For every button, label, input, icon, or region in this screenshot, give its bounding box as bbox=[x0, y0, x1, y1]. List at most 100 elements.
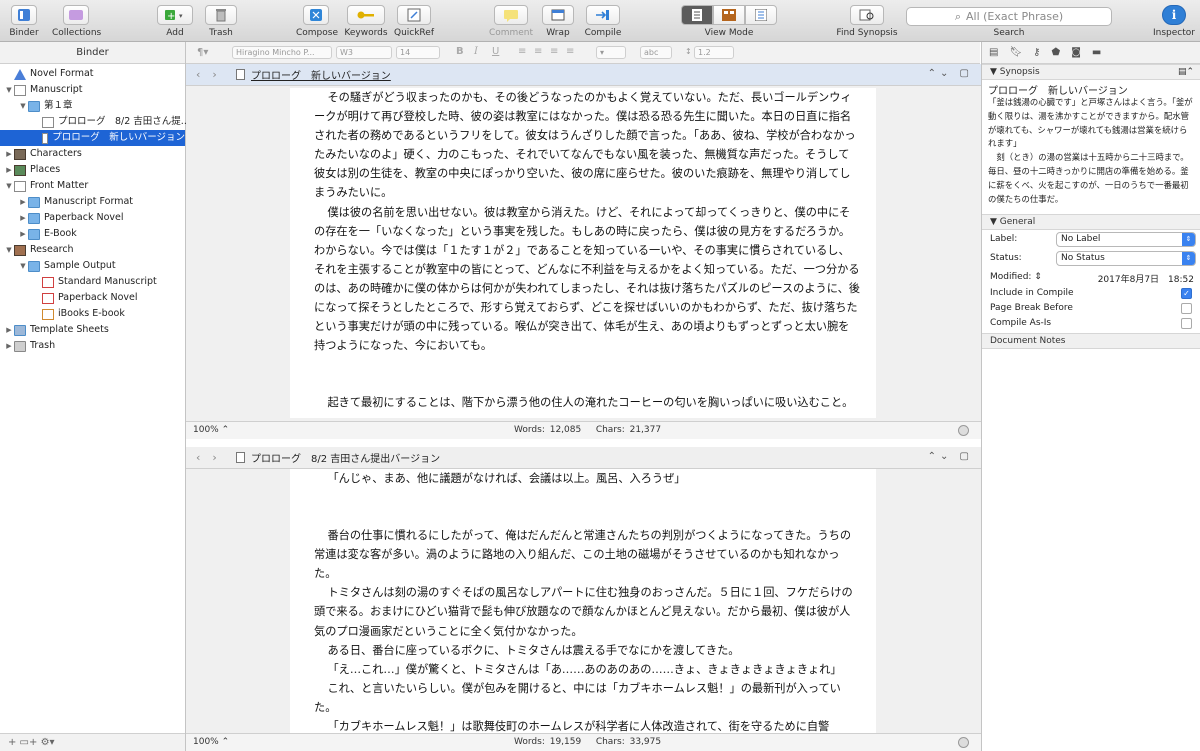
binder-item-characters[interactable]: ▶ Characters bbox=[4, 146, 82, 162]
quickref-button[interactable]: QuickRef bbox=[392, 5, 436, 38]
scrivenings-view-icon[interactable] bbox=[681, 5, 713, 25]
comment-button[interactable]: Comment bbox=[488, 5, 534, 38]
document-notes-section-header[interactable]: Document Notes bbox=[982, 333, 1200, 349]
disclosure-open-icon[interactable]: ▼ bbox=[4, 242, 14, 258]
binder-toggle-button[interactable]: Binder bbox=[6, 5, 42, 38]
inspector-toggle-button[interactable]: i Inspector bbox=[1152, 5, 1196, 38]
comments-tab-icon[interactable]: ▬ bbox=[1092, 47, 1101, 58]
compose-button[interactable]: Compose bbox=[296, 5, 338, 38]
binder-item-manuscript[interactable]: ▼ Manuscript bbox=[4, 82, 83, 98]
page-break-checkbox[interactable] bbox=[1181, 303, 1192, 314]
editor-top-title[interactable]: プロローグ 新しいバージョン bbox=[251, 67, 391, 82]
synopsis-options-icon[interactable]: ▤⌃ bbox=[1178, 65, 1194, 79]
search-input[interactable]: ⌕ All (Exact Phrase) bbox=[906, 7, 1112, 26]
status-select[interactable]: No Status ⇕ bbox=[1056, 251, 1196, 266]
disclosure-closed-icon[interactable]: ▶ bbox=[4, 322, 14, 338]
disclosure-open-icon[interactable]: ▼ bbox=[18, 258, 28, 274]
binder-item-places[interactable]: ▶ Places bbox=[4, 162, 60, 178]
history-nav-arrows[interactable]: ‹› bbox=[196, 451, 236, 464]
binder-item-research[interactable]: ▼ Research bbox=[4, 242, 74, 258]
disclosure-open-icon[interactable]: ▼ bbox=[4, 178, 14, 194]
binder-item-paperback-novel-pdf[interactable]: Paperback Novel bbox=[32, 290, 138, 306]
binder-footer-controls[interactable]: + ▭+ ⚙▾ bbox=[0, 733, 185, 751]
tags-tab-icon[interactable]: ⬟ bbox=[1051, 47, 1060, 58]
find-synopsis-button[interactable]: Find Synopsis bbox=[836, 5, 898, 38]
target-icon[interactable] bbox=[958, 425, 969, 436]
disclosure-closed-icon[interactable]: ▶ bbox=[4, 162, 14, 178]
document-icon bbox=[42, 132, 49, 144]
italic-icon[interactable]: I bbox=[474, 46, 478, 57]
text-color-select[interactable]: ▾ bbox=[596, 46, 626, 59]
binder-item-prologue-yoshida[interactable]: プロローグ 8/2 吉田さん提... bbox=[32, 114, 190, 130]
align-right-icon[interactable]: ≡ bbox=[550, 46, 558, 57]
collections-button[interactable]: Collections bbox=[52, 5, 101, 38]
synopsis-title[interactable]: プロローグ 新しいバージョン bbox=[982, 80, 1200, 97]
bookmarks-tab-icon[interactable]: 🔖︎ bbox=[1009, 47, 1022, 58]
binder-item-ibooks-ebook[interactable]: iBooks E-book bbox=[32, 306, 125, 322]
trash-button[interactable]: Trash bbox=[202, 5, 240, 38]
highlight-select[interactable]: abc bbox=[640, 46, 672, 59]
text-paragraph: 「え…これ…」僕が驚くと、トミタさんは「あ……あのあのあの……きょ、きょきょきょ… bbox=[327, 662, 842, 676]
disclosure-closed-icon[interactable]: ▶ bbox=[4, 146, 14, 162]
add-button[interactable]: + ▾ Add bbox=[156, 5, 194, 38]
disclosure-closed-icon[interactable]: ▶ bbox=[18, 194, 28, 210]
label-select[interactable]: No Label ⇕ bbox=[1056, 232, 1196, 247]
compile-button[interactable]: Compile bbox=[582, 5, 624, 38]
compile-as-is-checkbox[interactable] bbox=[1181, 318, 1192, 329]
include-compile-checkbox[interactable]: ✓ bbox=[1181, 288, 1192, 299]
modified-key[interactable]: Modified: ⇕ bbox=[990, 272, 1042, 282]
snapshots-tab-icon[interactable]: ◙ bbox=[1071, 47, 1081, 58]
corkboard-view-icon[interactable] bbox=[713, 5, 745, 25]
disclosure-closed-icon[interactable]: ▶ bbox=[18, 226, 28, 242]
binder-item-prologue-new[interactable]: プロローグ 新しいバージョン bbox=[0, 130, 185, 146]
align-justify-icon[interactable]: ≡ bbox=[566, 46, 574, 57]
target-icon[interactable] bbox=[958, 737, 969, 748]
binder-item-template-sheets[interactable]: ▶ Template Sheets bbox=[4, 322, 109, 338]
disclosure-closed-icon[interactable]: ▶ bbox=[18, 210, 28, 226]
wrap-icon bbox=[542, 5, 574, 25]
align-center-icon[interactable]: ≡ bbox=[534, 46, 542, 57]
binder-item-standard-manuscript[interactable]: Standard Manuscript bbox=[32, 274, 157, 290]
editor-top-text[interactable]: その騒ぎがどう収まったのかも、その後どうなったのかもよく覚えていない。ただ、長い… bbox=[290, 88, 876, 418]
underline-icon[interactable]: U bbox=[492, 46, 499, 57]
line-spacing-select[interactable]: 1.2 bbox=[694, 46, 734, 59]
binder-item-sample-output[interactable]: ▼ Sample Output bbox=[18, 258, 116, 274]
font-weight-select[interactable]: W3 bbox=[336, 46, 392, 59]
binder-item-e-book[interactable]: ▶ E-Book bbox=[18, 226, 77, 242]
keywords-button[interactable]: Keywords bbox=[344, 5, 388, 38]
status-key: Status: bbox=[990, 253, 1022, 263]
text-paragraph bbox=[314, 355, 860, 393]
editor-bottom-text[interactable]: 「んじゃ、まあ、他に議題がなければ、会議は以上。風呂、入ろうぜ」 番台の仕事に慣… bbox=[290, 469, 876, 733]
disclosure-closed-icon[interactable]: ▶ bbox=[4, 338, 14, 354]
paragraph-style-menu[interactable]: ¶▾ bbox=[194, 46, 211, 59]
bold-icon[interactable]: B bbox=[456, 46, 464, 57]
metadata-tab-icon[interactable]: ⚷ bbox=[1033, 47, 1040, 58]
binder-item-trash[interactable]: ▶ Trash bbox=[4, 338, 55, 354]
binder-item-novel-format[interactable]: Novel Format bbox=[4, 66, 94, 82]
font-size-select[interactable]: 14 bbox=[396, 46, 440, 59]
outliner-view-icon[interactable] bbox=[745, 5, 777, 25]
synopsis-section-header[interactable]: ▼ Synopsis ▤⌃ bbox=[982, 64, 1200, 80]
pdf-icon bbox=[42, 276, 54, 288]
synopsis-text[interactable]: 「釜は銭湯の心臓です」と戸塚さんはよく言う。「釜が動く限りは、湯を沸かすことがで… bbox=[982, 96, 1200, 214]
binder-item-paperback-novel[interactable]: ▶ Paperback Novel bbox=[18, 210, 124, 226]
zoom-select[interactable]: 100% ⌃ bbox=[193, 425, 229, 435]
editor-split-controls[interactable]: ⌃⌄ ▢ bbox=[928, 451, 973, 462]
editor-bottom-title[interactable]: プロローグ 8/2 吉田さん提出バージョン bbox=[251, 450, 440, 465]
zoom-select[interactable]: 100% ⌃ bbox=[193, 737, 229, 747]
folder-icon bbox=[28, 100, 40, 112]
binder-item-manuscript-format[interactable]: ▶ Manuscript Format bbox=[18, 194, 133, 210]
general-section-header[interactable]: ▼ General bbox=[982, 214, 1200, 230]
binder-item-front-matter[interactable]: ▼ Front Matter bbox=[4, 178, 88, 194]
wrap-button[interactable]: Wrap bbox=[540, 5, 576, 38]
history-nav-arrows[interactable]: ‹› bbox=[196, 68, 236, 81]
notes-tab-icon[interactable]: ▤ bbox=[989, 47, 998, 58]
font-family-select[interactable]: Hiragino Mincho P... bbox=[232, 46, 332, 59]
align-left-icon[interactable]: ≡ bbox=[518, 46, 526, 57]
disclosure-open-icon[interactable]: ▼ bbox=[4, 82, 14, 98]
binder-item-chapter-1[interactable]: ▼ 第１章 bbox=[18, 98, 73, 114]
disclosure-open-icon[interactable]: ▼ bbox=[18, 98, 28, 114]
document-notes-area[interactable] bbox=[982, 349, 1200, 719]
editor-split-controls[interactable]: ⌃⌄ ▢ bbox=[928, 68, 973, 79]
view-mode-control[interactable]: View Mode bbox=[676, 5, 782, 38]
